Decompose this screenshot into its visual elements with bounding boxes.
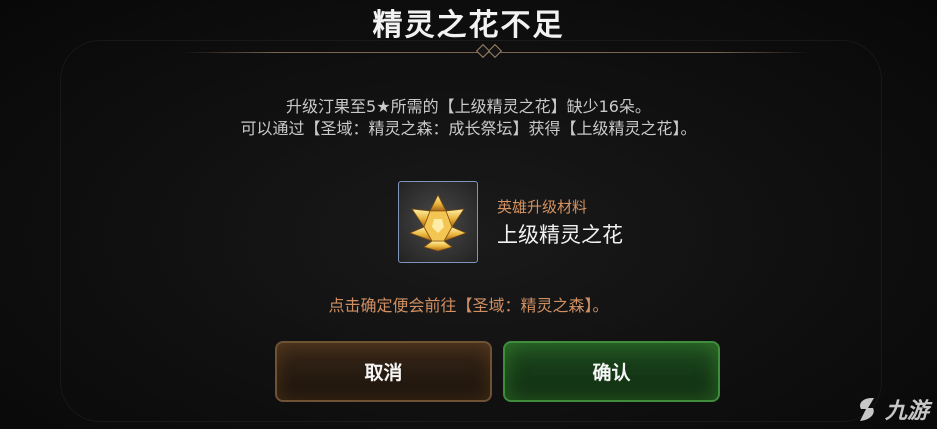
golden-spirit-flower-icon xyxy=(408,194,468,252)
dialog-message-line-1: 升级汀果至5★所需的【上级精灵之花】缺少16朵。 xyxy=(286,97,651,116)
dialog-message-line-2: 可以通过【圣域：精灵之森：成长祭坛】获得【上级精灵之花】。 xyxy=(240,119,697,138)
confirm-button[interactable]: 确认 xyxy=(503,341,720,402)
navigation-hint: 点击确定便会前往【圣域：精灵之森】。 xyxy=(328,296,609,315)
item-slot[interactable] xyxy=(398,181,478,263)
cancel-button[interactable]: 取消 xyxy=(275,341,492,402)
watermark-text: 九游 xyxy=(884,399,929,424)
dialog-title: 精灵之花不足 xyxy=(372,8,565,43)
game-dialog-screen: 精灵之花不足 升级汀果至5★所需的【上级精灵之花】缺少16朵。 可以通过【圣域：… xyxy=(0,0,937,429)
watermark: 九游 xyxy=(852,393,929,425)
item-category: 英雄升级材料 xyxy=(497,198,588,216)
item-name: 上级精灵之花 xyxy=(497,223,623,247)
cancel-button-label: 取消 xyxy=(364,362,403,384)
confirm-button-label: 确认 xyxy=(592,362,631,384)
jiuyou-logo-icon xyxy=(859,398,874,421)
